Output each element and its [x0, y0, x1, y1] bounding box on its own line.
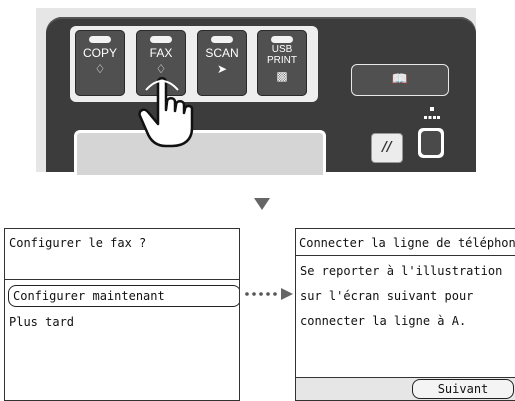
fax-led: [150, 36, 172, 43]
dotted-arrow: [245, 288, 293, 300]
down-arrow: [254, 198, 270, 210]
screen-footer: Suivant: [296, 377, 515, 400]
usb-label: USB: [271, 44, 293, 55]
menu-button[interactable]: [418, 128, 444, 158]
reset-button[interactable]: //: [371, 133, 403, 163]
fax-label: FAX: [149, 46, 173, 60]
instruction-line-3: connecter la ligne à A.: [300, 314, 467, 328]
copy-led: [89, 36, 111, 43]
connect-line-screen: Connecter la ligne de téléphone Se repor…: [295, 228, 515, 401]
reset-icon: //: [382, 140, 392, 155]
setup-fax-screen: Configurer le fax ? Configurer maintenan…: [4, 228, 240, 401]
next-button[interactable]: Suivant: [412, 379, 514, 399]
hand-pointer-icon: [138, 77, 194, 148]
menu-dots-icon: [424, 107, 440, 119]
usb-print-button[interactable]: USB PRINT ▩: [257, 30, 307, 96]
option-later[interactable]: Plus tard: [9, 315, 74, 329]
instruction-line-1: Se reporter à l'illustration: [300, 264, 503, 278]
title-divider: [5, 279, 239, 280]
scan-icon: ➤: [216, 62, 228, 76]
scan-label: SCAN: [205, 46, 239, 60]
copy-button[interactable]: COPY ♢: [75, 30, 125, 96]
address-book-button[interactable]: 📖: [351, 64, 449, 96]
usb-print-led: [271, 36, 293, 43]
title-divider: [296, 255, 515, 256]
copy-label: COPY: [82, 46, 117, 60]
copy-icon: ♢: [94, 62, 106, 76]
print-label: PRINT: [267, 55, 297, 66]
screen-title: Connecter la ligne de téléphone: [299, 236, 515, 250]
book-icon: 📖: [391, 72, 409, 87]
scan-led: [211, 36, 233, 43]
option-configure-now[interactable]: Configurer maintenant: [8, 285, 239, 307]
menu-button-face: [421, 131, 441, 155]
screen-title: Configurer le fax ?: [9, 236, 147, 250]
usb-print-icon: ▩: [276, 69, 288, 83]
instruction-line-2: sur l'écran suivant pour: [300, 289, 474, 303]
fax-icon: ♢: [155, 62, 167, 76]
